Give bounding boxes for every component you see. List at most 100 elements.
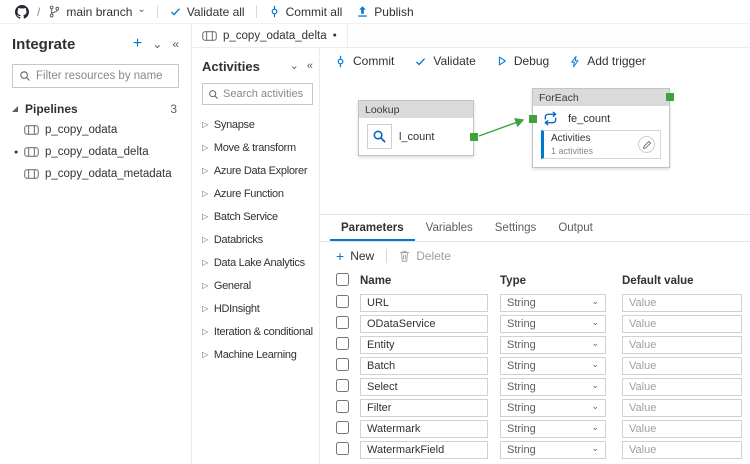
param-name-input[interactable] (360, 314, 488, 333)
add-resource-button[interactable]: + (133, 36, 142, 52)
pipeline-item[interactable]: p_copy_odata_metadata (12, 163, 179, 185)
pipeline-icon (24, 124, 39, 136)
commit-all-button[interactable]: Commit all (261, 0, 350, 23)
new-parameter-button[interactable]: + New (336, 249, 374, 263)
row-checkbox[interactable] (336, 315, 349, 329)
param-type-select[interactable]: String ⌄ (500, 398, 606, 417)
activity-category[interactable]: ▷ Azure Function (202, 182, 313, 205)
foreach-activity-node[interactable]: ForEach fe_count Activities 1 activities (528, 88, 674, 168)
expander-icon[interactable]: ▷ (202, 120, 208, 129)
edit-activities-button[interactable] (638, 136, 655, 154)
param-default-input[interactable] (622, 335, 742, 354)
pipeline-item[interactable]: p_copy_odata (12, 119, 179, 141)
expander-icon[interactable]: ▷ (202, 166, 208, 175)
row-checkbox[interactable] (336, 399, 349, 413)
expander-icon[interactable]: ▷ (202, 350, 208, 359)
resource-filter-input[interactable] (36, 70, 172, 82)
expander-icon[interactable]: ▷ (202, 235, 208, 244)
row-checkbox[interactable] (336, 336, 349, 350)
param-type-select[interactable]: String ⌄ (500, 293, 606, 312)
param-name-input[interactable] (360, 398, 488, 417)
pipeline-item-label: p_copy_odata_metadata (45, 168, 172, 180)
expander-icon[interactable]: ▷ (202, 304, 208, 313)
breadcrumb-slash: / (37, 4, 41, 19)
github-repo-button[interactable] (8, 0, 36, 23)
publish-button[interactable]: Publish (349, 0, 420, 23)
panel-tab-parameters[interactable]: Parameters (330, 215, 415, 241)
row-checkbox[interactable] (336, 441, 349, 455)
row-checkbox[interactable] (336, 378, 349, 392)
lookup-activity-node[interactable]: Lookup l_count (358, 100, 478, 156)
param-type-select[interactable]: String ⌄ (500, 419, 606, 438)
row-checkbox[interactable] (336, 357, 349, 371)
activity-category[interactable]: ▷ General (202, 274, 313, 297)
activity-category[interactable]: ▷ Databricks (202, 228, 313, 251)
expander-icon[interactable]: ▷ (202, 281, 208, 290)
param-name-input[interactable] (360, 293, 488, 312)
pipelines-section-header[interactable]: Pipelines 3 (12, 99, 179, 119)
activities-list: ▷ Synapse ▷ Move & transform ▷ Azure Data Exp… (202, 113, 313, 366)
expander-icon[interactable]: ▷ (202, 189, 208, 198)
expander-icon[interactable]: ▷ (202, 143, 208, 152)
param-type-select[interactable]: String ⌄ (500, 314, 606, 333)
param-name-input[interactable] (360, 377, 488, 396)
activity-category[interactable]: ▷ HDInsight (202, 297, 313, 320)
pencil-icon (642, 140, 651, 149)
collapse-all-icon[interactable]: ⌄ (152, 38, 162, 50)
pipeline-item[interactable]: ● p_copy_odata_delta (12, 141, 179, 163)
validate-all-button[interactable]: Validate all (162, 0, 252, 23)
commit-button[interactable]: Commit (334, 54, 394, 68)
param-type-select[interactable]: String ⌄ (500, 377, 606, 396)
panel-tab-variables[interactable]: Variables (415, 215, 484, 241)
tab-p_copy_odata_delta[interactable]: p_copy_odata_delta ● (192, 24, 348, 47)
activity-category[interactable]: ▷ Synapse (202, 113, 313, 136)
activity-category[interactable]: ▷ Iteration & conditionals (202, 320, 313, 343)
expander-icon[interactable]: ▷ (202, 212, 208, 221)
activity-category[interactable]: ▷ Move & transform (202, 136, 313, 159)
expander-icon[interactable]: ▷ (202, 327, 208, 336)
panel-tab-settings[interactable]: Settings (484, 215, 548, 241)
row-checkbox[interactable] (336, 294, 349, 308)
activity-category-label: Synapse (213, 118, 255, 131)
param-default-input[interactable] (622, 440, 742, 459)
select-all-checkbox[interactable] (336, 273, 349, 286)
collapse-all-icon[interactable]: ⌄ (290, 60, 299, 72)
delete-parameter-button[interactable]: Delete (399, 249, 451, 263)
expander-icon[interactable]: ▷ (202, 258, 208, 267)
debug-button[interactable]: Debug (496, 54, 549, 68)
param-default-input[interactable] (622, 293, 742, 312)
activity-category[interactable]: ▷ Azure Data Explorer (202, 159, 313, 182)
param-default-input[interactable] (622, 398, 742, 417)
pipeline-canvas[interactable]: Lookup l_count ForEach fe_count Activiti… (320, 74, 750, 214)
input-port[interactable] (528, 115, 537, 123)
play-icon (498, 56, 506, 66)
foreach-icon (541, 111, 560, 126)
output-port[interactable] (665, 93, 674, 101)
param-name-input[interactable] (360, 440, 488, 459)
output-port[interactable] (469, 133, 478, 141)
param-name-input[interactable] (360, 335, 488, 354)
activity-category[interactable]: ▷ Machine Learning (202, 343, 313, 366)
param-name-input[interactable] (360, 356, 488, 375)
param-name-input[interactable] (360, 419, 488, 438)
activity-category[interactable]: ▷ Data Lake Analytics (202, 251, 313, 274)
activities-search-input[interactable] (223, 88, 307, 100)
param-default-input[interactable] (622, 356, 742, 375)
foreach-activities-box[interactable]: Activities 1 activities (541, 130, 661, 160)
collapse-panel-icon[interactable]: « (307, 60, 313, 72)
lightning-icon (571, 55, 579, 67)
branch-selector[interactable]: main branch ⌄ (41, 0, 152, 23)
param-type-select[interactable]: String ⌄ (500, 335, 606, 354)
row-checkbox[interactable] (336, 420, 349, 434)
add-trigger-button[interactable]: Add trigger (569, 54, 646, 68)
param-type-select[interactable]: String ⌄ (500, 356, 606, 375)
activity-category[interactable]: ▷ Batch Service (202, 205, 313, 228)
foreach-inner-title: Activities (551, 133, 591, 144)
collapse-panel-icon[interactable]: « (172, 38, 179, 50)
param-default-input[interactable] (622, 419, 742, 438)
param-default-input[interactable] (622, 314, 742, 333)
param-default-input[interactable] (622, 377, 742, 396)
panel-tab-output[interactable]: Output (547, 215, 604, 241)
validate-button[interactable]: Validate (414, 54, 476, 68)
param-type-select[interactable]: String ⌄ (500, 440, 606, 459)
